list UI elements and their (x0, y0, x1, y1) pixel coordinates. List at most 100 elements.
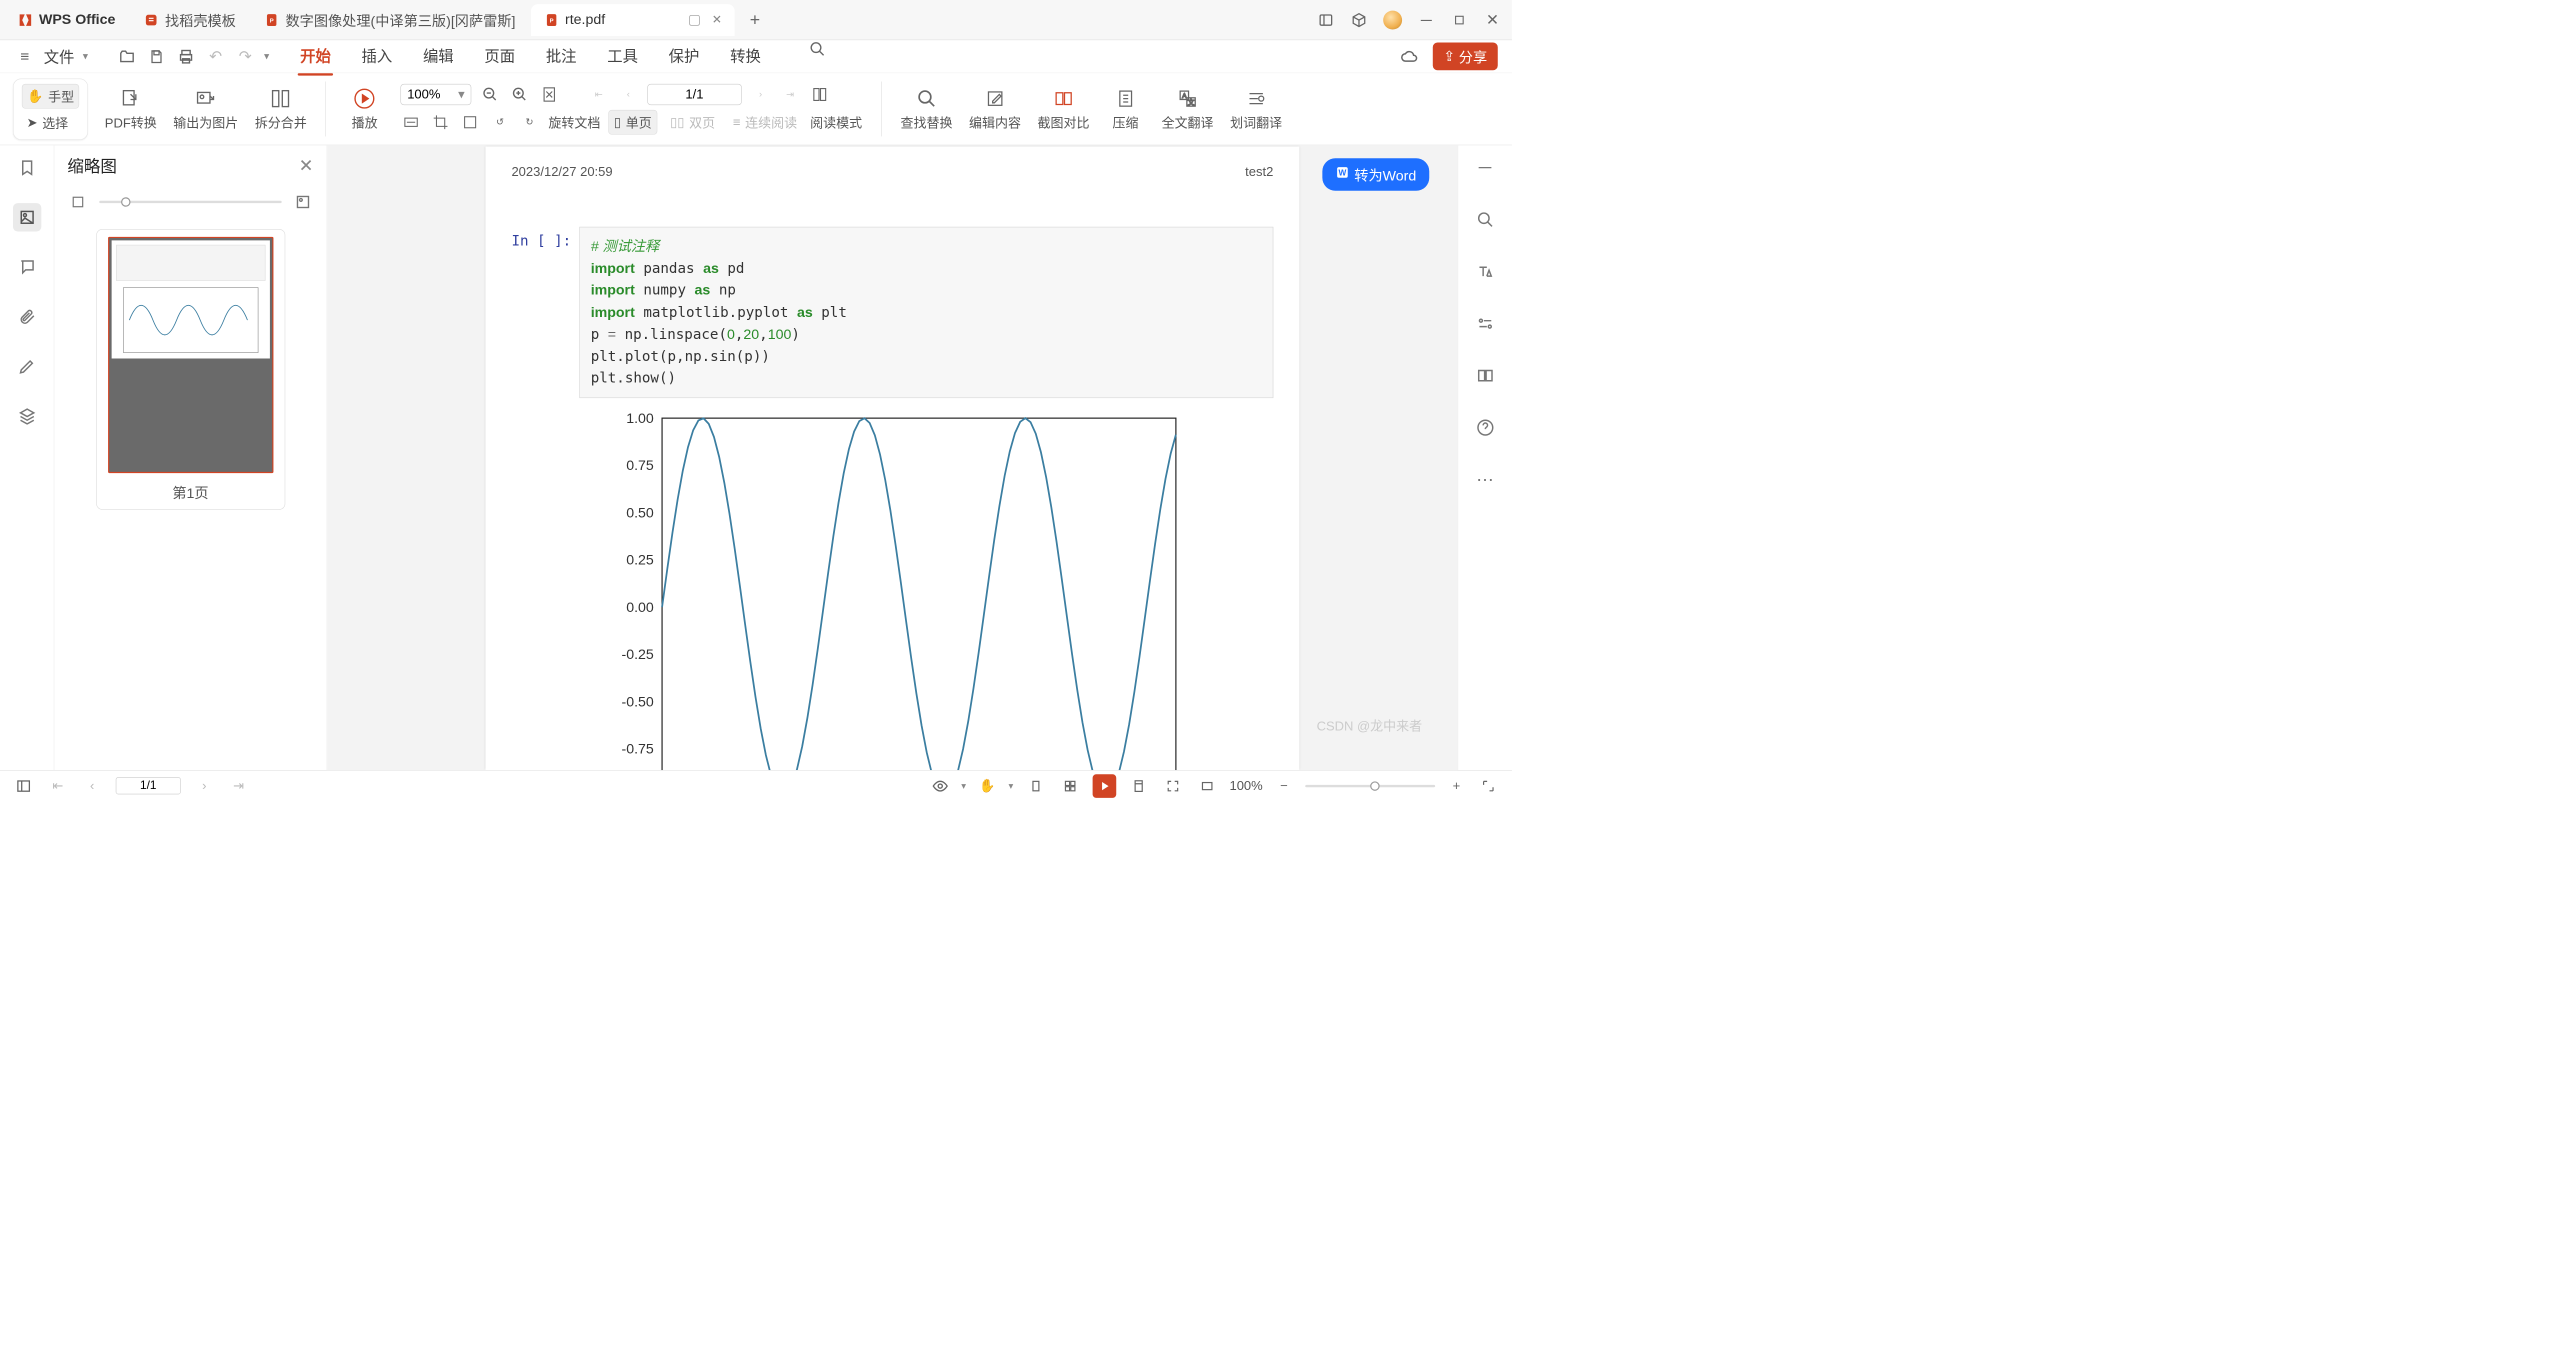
expand-icon[interactable] (1478, 775, 1499, 796)
close-icon[interactable]: ✕ (712, 12, 722, 27)
fit-width-icon[interactable] (401, 111, 422, 132)
single-page-button[interactable]: ▯单页 (609, 110, 658, 135)
viewer[interactable]: 2023/12/27 20:59 test2 In [ ]: # 测试注释 im… (327, 145, 1457, 770)
pen-icon[interactable] (13, 352, 41, 380)
word-translate-button[interactable]: 划词翻译 (1230, 87, 1282, 132)
hamburger-icon[interactable]: ≡ (14, 46, 35, 67)
tab-active-doc[interactable]: P rte.pdf ▢ ✕ (531, 4, 735, 36)
zoom-out-icon[interactable]: − (1273, 775, 1294, 796)
full-translate-button[interactable]: A文全文翻译 (1162, 87, 1214, 132)
select-tool[interactable]: ➤选择 (22, 111, 80, 135)
view-play-icon[interactable] (1092, 774, 1116, 798)
print-icon[interactable] (175, 46, 196, 67)
rotate-right-icon[interactable]: ↻ (519, 111, 540, 132)
play-button[interactable]: 播放 (345, 87, 384, 132)
view-grid-icon[interactable] (1058, 774, 1082, 798)
tab-protect[interactable]: 保护 (666, 38, 701, 74)
last-page-icon[interactable]: ⇥ (779, 84, 800, 105)
zoom-slider[interactable] (1305, 785, 1435, 787)
chevron-down-icon[interactable]: ▾ (1009, 780, 1014, 792)
zoom-select[interactable]: 100%▾ (401, 84, 471, 105)
prev-page-icon[interactable]: ‹ (618, 84, 639, 105)
tab-tools[interactable]: 工具 (605, 38, 640, 74)
read-icon[interactable] (1471, 361, 1499, 389)
tab-start[interactable]: 开始 (298, 38, 333, 74)
file-menu[interactable]: 文件 (44, 45, 75, 67)
find-replace-button[interactable]: 查找替换 (900, 87, 952, 132)
tab-book[interactable]: P 数字图像处理(中译第三版)[冈萨雷斯] (251, 4, 528, 36)
fit-page-icon[interactable] (539, 84, 560, 105)
comment-icon[interactable] (13, 253, 41, 281)
page-input[interactable] (647, 84, 741, 105)
first-page-icon[interactable]: ⇤ (47, 775, 68, 796)
cloud-icon[interactable] (1398, 46, 1419, 67)
double-page-button[interactable]: ▯▯双页 (665, 110, 719, 134)
help-icon[interactable] (1471, 413, 1499, 441)
avatar[interactable] (1383, 10, 1402, 29)
panel-icon[interactable] (1317, 11, 1335, 29)
tab-annotate[interactable]: 批注 (543, 38, 578, 74)
thumbnail-icon[interactable] (13, 203, 41, 231)
first-page-icon[interactable]: ⇤ (588, 84, 609, 105)
close-icon[interactable]: ✕ (299, 155, 314, 176)
edit-content-button[interactable]: 编辑内容 (969, 87, 1021, 132)
crop-icon[interactable] (430, 111, 451, 132)
view-page-icon[interactable] (1127, 774, 1151, 798)
save-icon[interactable] (146, 46, 167, 67)
settings-icon[interactable] (1471, 309, 1499, 337)
status-page-input[interactable] (116, 777, 181, 794)
book-icon[interactable] (809, 84, 830, 105)
redo-icon[interactable]: ↷ (235, 46, 256, 67)
tab-edit[interactable]: 编辑 (421, 38, 456, 74)
tab-insert[interactable]: 插入 (359, 38, 394, 74)
next-page-icon[interactable]: › (750, 84, 771, 105)
thumbnail-card[interactable]: 第1页 (96, 229, 285, 510)
attachment-icon[interactable] (13, 302, 41, 330)
layers-icon[interactable] (13, 402, 41, 430)
new-tab-button[interactable]: + (742, 7, 768, 33)
minimize-icon[interactable]: ─ (1417, 11, 1435, 29)
prev-page-icon[interactable]: ‹ (82, 775, 103, 796)
zoom-in-icon[interactable] (509, 84, 530, 105)
share-button[interactable]: ⇪ 分享 (1433, 43, 1498, 71)
chevron-down-icon[interactable]: ▾ (264, 50, 269, 62)
pdf-convert-button[interactable]: PDF转换 (105, 87, 157, 132)
translate-icon[interactable] (1471, 258, 1499, 286)
compress-button[interactable]: 压缩 (1106, 87, 1145, 132)
tab-templates[interactable]: 找稻壳模板 (131, 4, 249, 36)
tab-popup-icon[interactable]: ▢ (688, 11, 701, 28)
minus-icon[interactable]: ─ (1471, 154, 1499, 182)
convert-word-button[interactable]: W 转为Word (1322, 158, 1429, 190)
screenshot-compare-button[interactable]: 截图对比 (1038, 87, 1090, 132)
tab-app[interactable]: WPS Office (5, 4, 129, 36)
search-icon[interactable] (807, 38, 828, 59)
thumb-large-icon[interactable] (292, 191, 313, 212)
continuous-button[interactable]: ≡连续阅读 (728, 110, 802, 134)
open-icon[interactable] (116, 46, 137, 67)
last-page-icon[interactable]: ⇥ (228, 775, 249, 796)
split-merge-button[interactable]: 拆分合并 (255, 87, 307, 132)
thumb-size-slider[interactable] (99, 201, 281, 203)
chevron-down-icon[interactable]: ▾ (961, 780, 966, 792)
next-page-icon[interactable]: › (194, 775, 215, 796)
search-icon[interactable] (1471, 206, 1499, 234)
tab-convert[interactable]: 转换 (728, 38, 763, 74)
box-icon[interactable] (1350, 11, 1368, 29)
tab-page[interactable]: 页面 (482, 38, 517, 74)
maximize-icon[interactable] (1451, 11, 1469, 29)
bookmark-icon[interactable] (13, 154, 41, 182)
export-image-button[interactable]: 输出为图片 (173, 87, 238, 132)
more-icon[interactable]: ⋯ (1471, 465, 1499, 493)
zoom-out-icon[interactable] (479, 84, 500, 105)
rotate-left-icon[interactable]: ↺ (489, 111, 510, 132)
fit-icon[interactable] (1195, 774, 1219, 798)
close-window-icon[interactable]: ✕ (1484, 11, 1502, 29)
view-single-icon[interactable] (1024, 774, 1048, 798)
fullscreen-icon[interactable] (1161, 774, 1185, 798)
frame-icon[interactable] (460, 111, 481, 132)
read-mode-label[interactable]: 阅读模式 (810, 113, 862, 132)
sidebar-toggle-icon[interactable] (13, 775, 34, 796)
zoom-in-icon[interactable]: + (1446, 775, 1467, 796)
eye-icon[interactable] (929, 775, 950, 796)
hand-tool[interactable]: ✋手型 (22, 84, 80, 109)
